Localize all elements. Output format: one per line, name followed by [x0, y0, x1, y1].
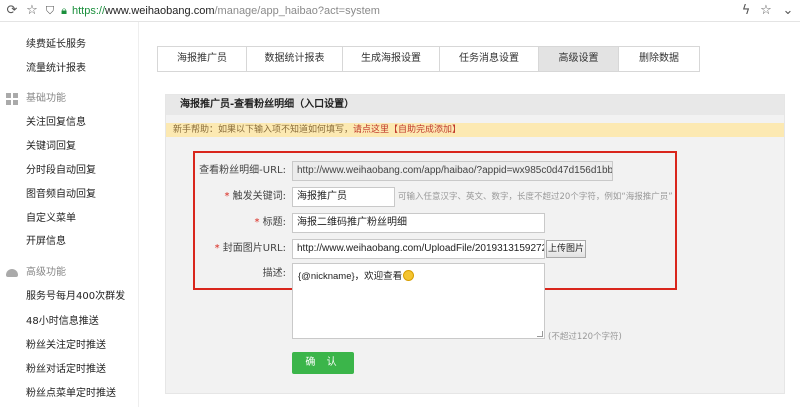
sidebar-item-menu-timed-push[interactable]: 粉丝点菜单定时推送	[26, 388, 116, 400]
lightning-icon[interactable]: ϟ	[738, 3, 754, 19]
title-label: 标题:	[262, 217, 286, 228]
smile-emoji-icon	[403, 270, 415, 281]
required-mark: *	[214, 243, 220, 254]
tab-poster-settings[interactable]: 生成海报设置	[342, 46, 440, 72]
sidebar-item-follow-reply[interactable]: 关注回复信息	[26, 117, 86, 129]
browser-address-bar: ⟳ ☆ ⛉ 🔒︎ https://www.weihaobang.com/mana…	[0, 0, 800, 22]
sidebar-item-media-reply[interactable]: 图音频自动回复	[26, 189, 96, 201]
desc-label: 描述:	[262, 268, 286, 279]
sidebar: 续费延长服务 流量统计报表 基础功能 关注回复信息 关键词回复 分时段自动回复 …	[0, 22, 138, 407]
tab-poster-promoter[interactable]: 海报推广员	[157, 46, 247, 72]
keyword-label: 触发关键词:	[232, 191, 286, 202]
sidebar-item-monthly-broadcast[interactable]: 服务号每月400次群发	[26, 291, 125, 303]
sidebar-item-splash[interactable]: 开屏信息	[26, 236, 66, 248]
title-input[interactable]: 海报二维码推广粉丝明细	[292, 213, 545, 233]
title-label-wrap: * 标题:	[196, 217, 286, 229]
fans-detail-url-field[interactable]: http://www.weihaobang.com/app/haibao/?ap…	[292, 161, 613, 181]
chevron-down-icon[interactable]: ⌄	[780, 3, 796, 19]
reload-icon[interactable]: ⟳	[4, 3, 20, 19]
url-scheme: https://	[72, 5, 106, 17]
sidebar-item-follow-timed-push[interactable]: 粉丝关注定时推送	[26, 340, 106, 352]
sidebar-divider	[138, 22, 139, 407]
upload-image-button[interactable]: 上传图片	[546, 240, 586, 258]
url-host: www.weihaobang.com	[105, 5, 215, 17]
url-path: /manage/app_haibao?act=system	[214, 5, 380, 17]
keyword-input[interactable]: 海报推广员	[292, 187, 395, 207]
tab-advanced-settings[interactable]: 高级设置	[538, 46, 619, 72]
sidebar-item-keyword-reply[interactable]: 关键词回复	[26, 141, 76, 153]
resize-handle[interactable]	[537, 331, 543, 337]
help-link[interactable]: 请点这里【自助完成添加】	[353, 125, 461, 135]
required-mark: *	[254, 217, 260, 228]
sidebar-section-basic: 基础功能	[26, 93, 66, 104]
tab-task-message[interactable]: 任务消息设置	[439, 46, 539, 72]
sidebar-item-48h-push[interactable]: 48小时信息推送	[26, 316, 99, 328]
tab-delete-data[interactable]: 删除数据	[618, 46, 700, 72]
keyword-hint: 可输入任意汉字、英文、数字，长度不超过20个字符，例如“海报推广员”	[398, 192, 673, 202]
url-label: 查看粉丝明细-URL:	[199, 165, 286, 176]
help-bar: 新手帮助：如果以下输入项不知道如何填写，请点这里【自助完成添加】	[166, 123, 784, 137]
sidebar-item-timed-reply[interactable]: 分时段自动回复	[26, 165, 96, 177]
sidebar-item-custom-menu[interactable]: 自定义菜单	[26, 213, 76, 225]
cover-url-input[interactable]: http://www.weihaobang.com/UploadFile/201…	[292, 239, 545, 259]
panel-title: 海报推广员-查看粉丝明细（入口设置）	[166, 95, 784, 115]
tab-bar: 海报推广员 数据统计报表 生成海报设置 任务消息设置 高级设置 删除数据	[157, 46, 700, 72]
help-text: 新手帮助：如果以下输入项不知道如何填写，	[173, 125, 354, 135]
url-field[interactable]: https://www.weihaobang.com/manage/app_ha…	[72, 4, 380, 18]
description-textarea[interactable]: {@nickname}，欢迎查看	[292, 263, 545, 339]
bookmark-star-icon[interactable]: ☆	[24, 3, 40, 19]
confirm-button[interactable]: 确 认	[292, 352, 354, 374]
sidebar-item-traffic[interactable]: 流量统计报表	[26, 63, 86, 75]
keyword-label-wrap: * 触发关键词:	[196, 191, 286, 203]
lock-icon: 🔒︎	[61, 4, 67, 17]
cover-label: 封面图片URL:	[222, 243, 286, 254]
desc-hint: (不超过120个字符)	[548, 332, 622, 342]
sidebar-item-renewal[interactable]: 续费延长服务	[26, 39, 86, 51]
required-mark: *	[224, 191, 230, 202]
tab-stats-report[interactable]: 数据统计报表	[246, 46, 343, 72]
cover-label-wrap: * 封面图片URL:	[196, 243, 286, 255]
description-text: {@nickname}，欢迎查看	[298, 271, 403, 282]
grid-icon	[6, 93, 18, 105]
star-icon[interactable]: ☆	[758, 3, 774, 19]
sidebar-section-advanced: 高级功能	[26, 267, 66, 278]
sidebar-item-chat-timed-push[interactable]: 粉丝对话定时推送	[26, 364, 106, 376]
cloud-icon	[6, 269, 18, 277]
